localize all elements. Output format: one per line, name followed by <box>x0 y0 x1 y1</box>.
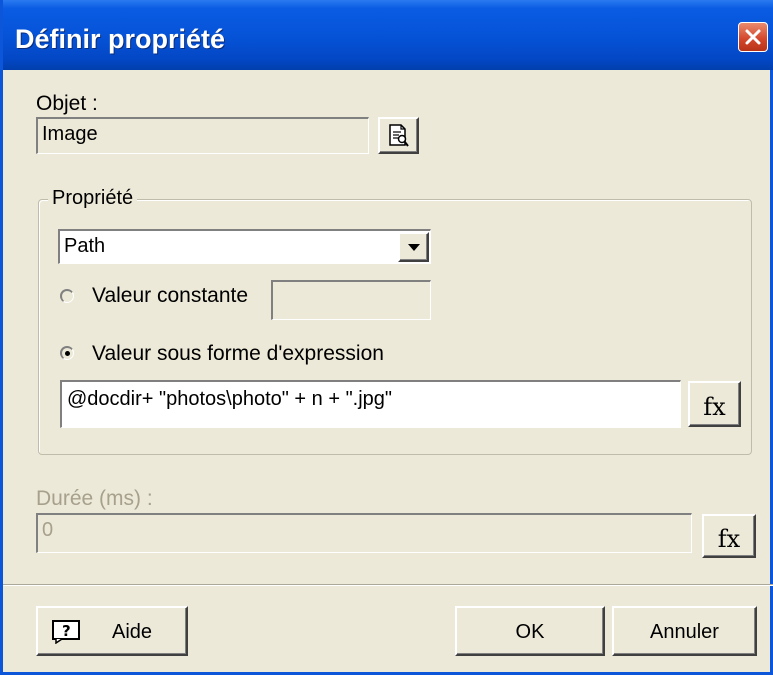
aide-label: Aide <box>111 621 153 643</box>
radio-selected-dot <box>65 351 70 356</box>
select-object-button[interactable] <box>378 117 419 154</box>
aide-button[interactable]: ? Aide <box>36 606 188 656</box>
expression-field[interactable]: @docdir+ "photos\photo" + n + ".jpg" <box>60 380 681 428</box>
radio-constant-label[interactable]: Valeur constante <box>92 284 248 308</box>
duree-fx-button: fx <box>702 514 756 558</box>
close-button[interactable] <box>738 22 768 52</box>
duree-field: 0 <box>36 513 692 553</box>
fx-label: fx <box>703 393 726 421</box>
ok-label: OK <box>515 621 545 643</box>
duree-value: 0 <box>42 519 54 541</box>
ok-button[interactable]: OK <box>455 606 605 656</box>
annuler-button[interactable]: Annuler <box>612 606 757 656</box>
expression-fx-button[interactable]: fx <box>688 381 741 427</box>
constant-value-field[interactable] <box>271 280 431 320</box>
document-search-icon <box>389 124 409 147</box>
close-icon <box>745 29 761 45</box>
radio-expression-label[interactable]: Valeur sous forme d'expression <box>92 342 384 366</box>
objet-label: Objet : <box>36 92 98 115</box>
chevron-down-icon <box>408 244 420 251</box>
dropdown-arrow-button[interactable] <box>398 232 429 262</box>
window-title: Définir propriété <box>15 24 226 54</box>
annuler-label: Annuler <box>650 621 719 643</box>
objet-value: Image <box>42 123 98 145</box>
dialog-window: Définir propriété Objet : Image Propriét… <box>0 0 773 675</box>
separator <box>3 584 773 586</box>
svg-text:?: ? <box>62 622 71 640</box>
duree-label: Durée (ms) : <box>36 487 153 510</box>
radio-constant[interactable] <box>60 289 74 303</box>
property-dropdown[interactable]: Path <box>58 229 431 264</box>
title-bar[interactable]: Définir propriété <box>3 0 773 70</box>
property-dropdown-value: Path <box>64 235 106 257</box>
expression-value: @docdir+ "photos\photo" + n + ".jpg" <box>67 388 393 410</box>
propriete-group-label: Propriété <box>48 187 138 210</box>
objet-field: Image <box>36 117 369 154</box>
radio-expression[interactable] <box>60 346 74 360</box>
duree-fx-label: fx <box>717 525 741 553</box>
